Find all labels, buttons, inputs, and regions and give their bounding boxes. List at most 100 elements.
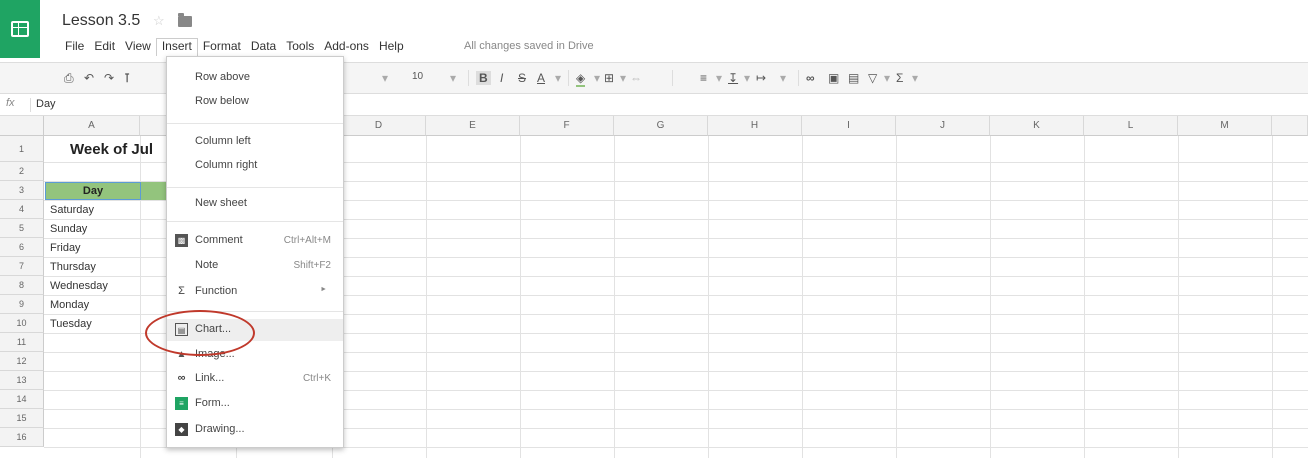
menu-item-comment[interactable]: ▩ Comment Ctrl+Alt+M <box>167 230 343 252</box>
menu-data[interactable]: Data <box>246 38 281 56</box>
valign-icon[interactable]: ↧ <box>728 71 738 85</box>
row-header-7[interactable]: 7 <box>0 257 44 276</box>
text-color-button[interactable]: A <box>537 71 545 85</box>
row-header-13[interactable]: 13 <box>0 371 44 390</box>
fill-color-icon[interactable]: ◈ <box>576 71 586 87</box>
header-fill-cell[interactable] <box>141 182 166 200</box>
merge-cells-icon[interactable]: ⇔ <box>630 71 642 85</box>
menu-item-column-right[interactable]: Column right <box>167 155 343 177</box>
menu-item-function[interactable]: Σ Function ► <box>167 281 343 303</box>
filter-icon[interactable]: ▽ <box>868 71 877 85</box>
borders-icon[interactable]: ⊞ <box>604 71 614 85</box>
font-dropdown-icon[interactable]: ▾ <box>382 71 388 85</box>
row-header-9[interactable]: 9 <box>0 295 44 314</box>
day-cell[interactable]: Friday <box>50 242 81 254</box>
formula-input[interactable]: Day <box>36 98 56 110</box>
text-color-dropdown-icon[interactable]: ▾ <box>555 71 561 85</box>
redo-icon[interactable]: ↷ <box>104 71 114 85</box>
row-header-15[interactable]: 15 <box>0 409 44 428</box>
row-header-5[interactable]: 5 <box>0 219 44 238</box>
menu-item-column-left[interactable]: Column left <box>167 131 343 153</box>
row-header-3[interactable]: 3 <box>0 181 44 200</box>
column-header-k[interactable]: K <box>990 116 1084 136</box>
star-icon[interactable]: ☆ <box>153 13 165 29</box>
column-header-e[interactable]: E <box>426 116 520 136</box>
row-header-6[interactable]: 6 <box>0 238 44 257</box>
comment-icon[interactable]: ▣ <box>828 71 839 85</box>
column-header-f[interactable]: F <box>520 116 614 136</box>
italic-button[interactable]: I <box>500 71 503 85</box>
menu-format[interactable]: Format <box>198 38 246 56</box>
link-icon[interactable]: ∞ <box>806 71 815 85</box>
strikethrough-button[interactable]: S <box>518 71 526 85</box>
menu-item-row-above[interactable]: Row above <box>167 67 343 89</box>
day-cell[interactable]: Wednesday <box>50 280 108 292</box>
chart-icon[interactable]: ▤ <box>848 71 859 85</box>
row-header-4[interactable]: 4 <box>0 200 44 219</box>
borders-dropdown-icon[interactable]: ▾ <box>620 71 626 85</box>
link-shortcut: Ctrl+K <box>302 373 331 384</box>
font-size-select[interactable]: 10 <box>412 71 423 82</box>
bold-button[interactable]: B <box>476 71 491 85</box>
functions-dropdown-icon[interactable]: ▾ <box>912 71 918 85</box>
note-shortcut: Shift+F2 <box>293 260 331 271</box>
row-header-11[interactable]: 11 <box>0 333 44 352</box>
menu-item-form[interactable]: ≡ Form... <box>167 393 343 415</box>
row-header-16[interactable]: 16 <box>0 428 44 447</box>
menu-edit[interactable]: Edit <box>89 38 120 56</box>
menubar: File Edit View Insert Format Data Tools … <box>60 38 409 56</box>
day-header-cell[interactable]: Day <box>45 182 141 200</box>
day-cell[interactable]: Sunday <box>50 223 87 235</box>
column-header-m[interactable]: M <box>1178 116 1272 136</box>
menu-file[interactable]: File <box>60 38 89 56</box>
print-icon[interactable]: ⎙ <box>64 71 74 86</box>
menu-addons[interactable]: Add-ons <box>319 38 374 56</box>
valign-dropdown-icon[interactable]: ▾ <box>744 71 750 85</box>
day-cell[interactable]: Saturday <box>50 204 94 216</box>
day-cell[interactable]: Tuesday <box>50 318 92 330</box>
row-header-8[interactable]: 8 <box>0 276 44 295</box>
column-header-d[interactable]: D <box>332 116 426 136</box>
document-title[interactable]: Lesson 3.5 <box>62 12 140 30</box>
sheets-logo[interactable] <box>0 0 40 58</box>
day-cell[interactable]: Thursday <box>50 261 96 273</box>
paint-format-icon[interactable]: ⊺ <box>124 71 130 85</box>
column-header-next[interactable] <box>1272 116 1308 136</box>
menu-item-note[interactable]: Note Shift+F2 <box>167 255 343 277</box>
row-header-1[interactable]: 1 <box>0 136 44 162</box>
align-icon[interactable]: ≡ <box>700 71 707 85</box>
menu-item-new-sheet[interactable]: New sheet <box>167 193 343 215</box>
folder-icon[interactable] <box>178 13 192 27</box>
font-size-dropdown-icon[interactable]: ▾ <box>450 71 456 85</box>
menu-insert[interactable]: Insert <box>155 38 198 56</box>
menu-item-drawing[interactable]: ◆ Drawing... <box>167 419 343 441</box>
menu-item-label: Function <box>195 285 238 297</box>
column-header-g[interactable]: G <box>614 116 708 136</box>
wrap-dropdown-icon[interactable]: ▾ <box>780 71 786 85</box>
title-cell[interactable]: Week of Jul <box>70 141 153 158</box>
column-header-i[interactable]: I <box>802 116 896 136</box>
column-header-l[interactable]: L <box>1084 116 1178 136</box>
row-header-10[interactable]: 10 <box>0 314 44 333</box>
column-header-j[interactable]: J <box>896 116 990 136</box>
filter-dropdown-icon[interactable]: ▾ <box>884 71 890 85</box>
column-header-h[interactable]: H <box>708 116 802 136</box>
functions-icon[interactable]: Σ <box>896 71 903 85</box>
menu-item-label: New sheet <box>195 197 247 209</box>
menu-tools[interactable]: Tools <box>281 38 319 56</box>
menu-item-link[interactable]: ∞ Link... Ctrl+K <box>167 368 343 390</box>
fill-color-dropdown-icon[interactable]: ▾ <box>594 71 600 85</box>
align-dropdown-icon[interactable]: ▾ <box>716 71 722 85</box>
row-header-2[interactable]: 2 <box>0 162 44 181</box>
menu-view[interactable]: View <box>120 38 156 56</box>
day-cell[interactable]: Monday <box>50 299 89 311</box>
wrap-icon[interactable]: ↦ <box>756 71 766 85</box>
save-status[interactable]: All changes saved in Drive <box>464 40 594 52</box>
menu-item-row-below[interactable]: Row below <box>167 91 343 113</box>
undo-icon[interactable]: ↶ <box>84 71 94 85</box>
select-all-corner[interactable] <box>0 116 44 136</box>
row-header-14[interactable]: 14 <box>0 390 44 409</box>
column-header-a[interactable]: A <box>44 116 140 136</box>
menu-help[interactable]: Help <box>374 38 409 56</box>
row-header-12[interactable]: 12 <box>0 352 44 371</box>
